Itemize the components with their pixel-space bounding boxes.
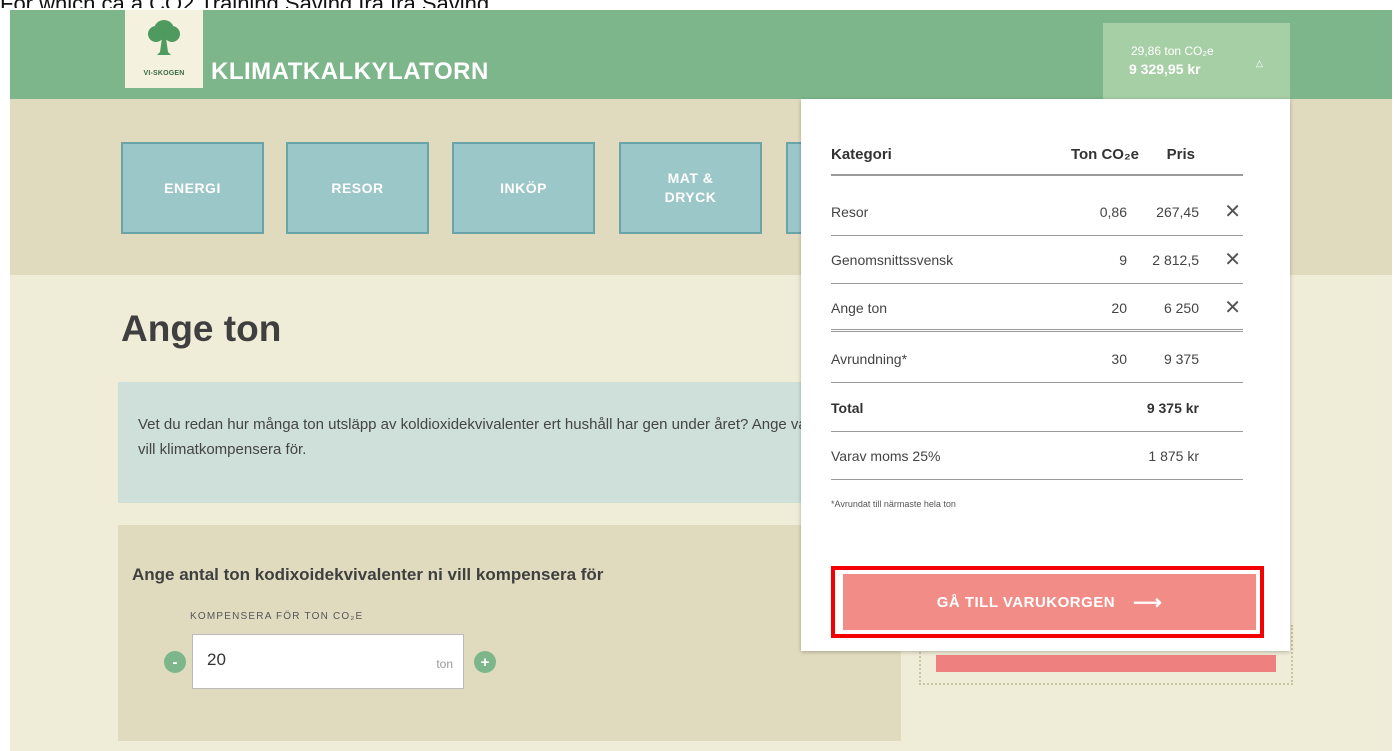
vat-row: Varav moms 25% 1 875 kr <box>831 432 1243 480</box>
rounding-footnote: *Avrundat till närmaste hela ton <box>831 499 956 509</box>
rounding-ton: 30 <box>1111 351 1127 367</box>
remove-icon[interactable]: ✕ <box>1224 295 1241 320</box>
ton-input-unit: ton <box>436 657 453 671</box>
tab-resor[interactable]: RESOR <box>286 142 429 234</box>
info-box: Vet du redan hur många ton utsläpp av ko… <box>118 382 941 503</box>
right-margin <box>1392 0 1399 751</box>
header-ton: Ton CO₂e <box>1070 146 1139 163</box>
top-caption: For which ca a CO2 Training Saving Ira I… <box>0 0 489 8</box>
vat-amount: 1 875 kr <box>1148 448 1199 464</box>
decrement-button[interactable]: - <box>164 651 186 673</box>
row-ton: 9 <box>1119 252 1127 268</box>
add-to-cart-button[interactable] <box>936 655 1276 672</box>
increment-button[interactable]: + <box>474 651 496 673</box>
logo-text: VI-SKOGEN <box>143 70 185 77</box>
cart-summary-amount: 9 329,95 kr <box>1129 61 1201 77</box>
row-ton: 20 <box>1111 300 1127 316</box>
row-ton: 0,86 <box>1099 204 1127 220</box>
tab-label: MAT & DRYCK <box>664 170 717 205</box>
header-category: Kategori <box>831 146 892 163</box>
highlight-frame: GÅ TILL VARUKORGEN ⟶ <box>831 566 1264 638</box>
page-title: Ange ton <box>121 308 282 349</box>
row-price: 2 812,5 <box>1152 252 1199 268</box>
plus-icon: + <box>480 653 490 671</box>
logo[interactable]: VI-SKOGEN <box>125 10 203 88</box>
ton-input[interactable]: 20 ton <box>192 634 464 689</box>
ton-input-value: 20 <box>207 650 226 669</box>
cart-row: Resor 0,86 267,45 ✕ <box>831 188 1243 236</box>
rounding-price: 9 375 <box>1163 351 1199 367</box>
row-price: 6 250 <box>1163 300 1199 316</box>
cart-row: Genomsnittssvensk 9 2 812,5 ✕ <box>831 236 1243 284</box>
cart-summary-co2: 29,86 ton CO₂e <box>1131 44 1214 58</box>
minus-icon: - <box>172 653 178 671</box>
remove-icon[interactable]: ✕ <box>1224 199 1241 224</box>
top-bar: VI-SKOGEN KLIMATKALKYLATORN 29,86 ton CO… <box>10 10 1399 100</box>
total-row: Total 9 375 kr <box>831 384 1243 432</box>
remove-icon[interactable]: ✕ <box>1224 247 1241 272</box>
app-title[interactable]: KLIMATKALKYLATORN <box>211 58 489 86</box>
row-category: Resor <box>831 204 869 220</box>
tree-icon <box>148 20 180 55</box>
input-section-title: Ange antal ton kodixoidekvivalenter ni v… <box>132 565 604 584</box>
vat-label: Varav moms 25% <box>831 448 941 464</box>
go-to-cart-label: GÅ TILL VARUKORGEN <box>936 593 1116 611</box>
tab-label: RESOR <box>331 179 384 196</box>
cart-row: Ange ton 20 6 250 ✕ <box>831 284 1243 332</box>
rounding-label: Avrundning* <box>831 351 908 367</box>
page: VI-SKOGEN KLIMATKALKYLATORN 29,86 ton CO… <box>10 10 1399 751</box>
tab-label: ENERGI <box>164 179 221 196</box>
arrow-right-icon: ⟶ <box>1133 591 1163 614</box>
total-label: Total <box>831 400 864 416</box>
input-section: Ange antal ton kodixoidekvivalenter ni v… <box>118 525 901 741</box>
go-to-cart-button[interactable]: GÅ TILL VARUKORGEN ⟶ <box>843 574 1256 630</box>
rounding-row: Avrundning* 30 9 375 <box>831 335 1243 383</box>
tab-mat-dryck[interactable]: MAT & DRYCK <box>619 142 762 234</box>
cart-dropdown: Kategori Ton CO₂e Pris Resor 0,86 267,45… <box>801 99 1290 651</box>
tab-label: INKÖP <box>500 179 547 196</box>
row-category: Ange ton <box>831 300 888 316</box>
header-price: Pris <box>1166 146 1195 163</box>
field-label: KOMPENSERA FÖR TON CO₂E <box>190 611 364 622</box>
row-category: Genomsnittssvensk <box>831 252 954 268</box>
tab-energi[interactable]: ENERGI <box>121 142 264 234</box>
cart-header-row: Kategori Ton CO₂e Pris <box>831 139 1243 176</box>
row-price: 267,45 <box>1156 204 1199 220</box>
chevron-up-icon[interactable]: △ <box>1256 58 1263 69</box>
tab-inkop[interactable]: INKÖP <box>452 142 595 234</box>
total-amount: 9 375 kr <box>1146 400 1199 416</box>
cart-summary-toggle[interactable]: 29,86 ton CO₂e 9 329,95 kr △ <box>1103 23 1290 100</box>
